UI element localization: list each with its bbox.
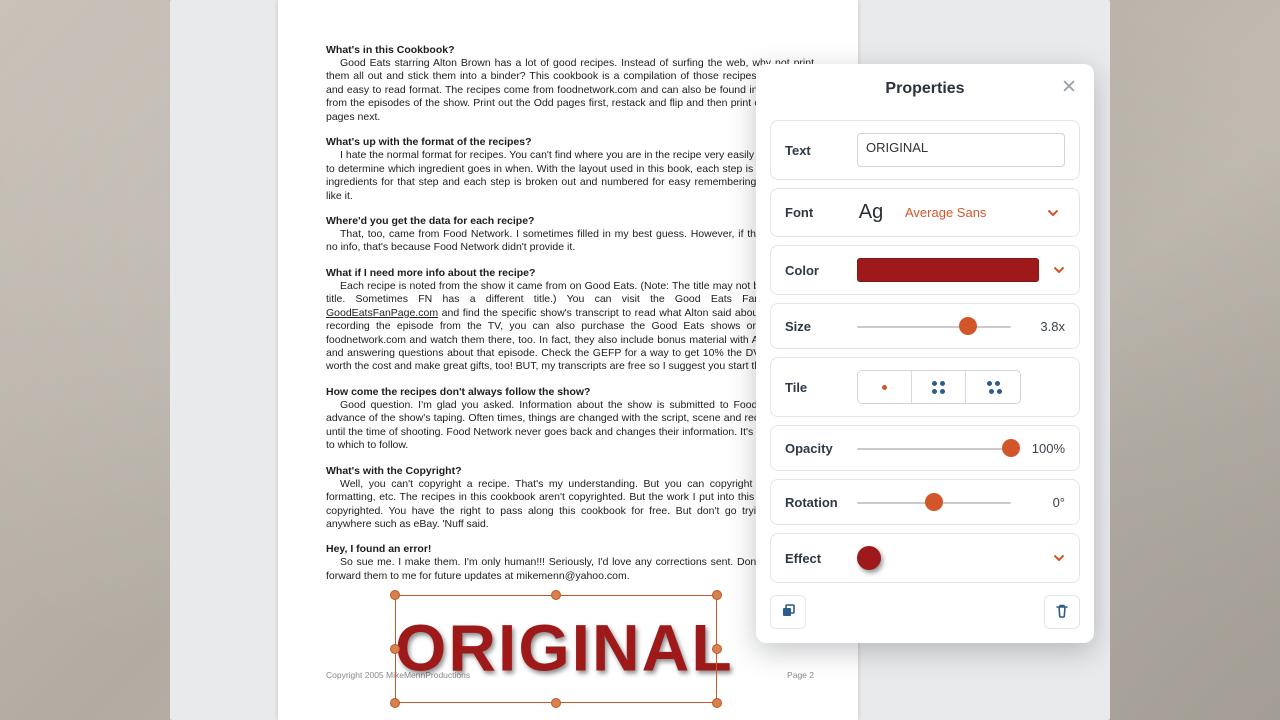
font-name: Average Sans — [905, 205, 986, 220]
tile-grid-icon — [930, 381, 948, 394]
section-heading: Hey, I found an error! — [326, 543, 814, 555]
label-opacity: Opacity — [785, 441, 843, 456]
section-body: So sue me. I make them. I'm only human!!… — [326, 556, 814, 583]
label-effect: Effect — [785, 551, 843, 566]
label-rotation: Rotation — [785, 495, 843, 510]
slider-track — [857, 448, 1011, 450]
section-body: Good Eats starring Alton Brown has a lot… — [326, 57, 814, 124]
section-body: Each recipe is noted from the show it ca… — [326, 280, 814, 374]
section-heading: Where'd you get the data for each recipe… — [326, 215, 814, 227]
resize-handle-ml[interactable] — [390, 644, 400, 654]
section-body-part: Each recipe is noted from the show it ca… — [326, 280, 814, 305]
label-text: Text — [785, 143, 843, 158]
panel-footer — [756, 591, 1094, 629]
watermark-bounding-box[interactable] — [395, 595, 717, 703]
section-heading: What if I need more info about the recip… — [326, 267, 814, 279]
app-stage: What's in this Cookbook? Good Eats starr… — [90, 0, 1190, 720]
resize-handle-br[interactable] — [712, 698, 722, 708]
close-button[interactable] — [1058, 76, 1080, 98]
section-body: I hate the normal format for recipes. Yo… — [326, 149, 814, 203]
inline-link[interactable]: GoodEatsFanPage.com — [326, 307, 438, 319]
section-body: Good question. I'm glad you asked. Infor… — [326, 399, 814, 453]
resize-handle-bl[interactable] — [390, 698, 400, 708]
font-sample-glyph: Ag — [857, 201, 885, 224]
label-size: Size — [785, 319, 843, 334]
row-font: Font Ag Average Sans — [770, 188, 1080, 237]
chevron-down-icon — [1047, 207, 1059, 219]
row-text: Text — [770, 120, 1080, 180]
slider-thumb[interactable] — [1002, 439, 1020, 457]
slider-thumb[interactable] — [959, 317, 977, 335]
row-effect: Effect — [770, 533, 1080, 583]
resize-handle-tl[interactable] — [390, 590, 400, 600]
section-heading: What's in this Cookbook? — [326, 44, 814, 56]
opacity-value: 100% — [1025, 441, 1065, 456]
section-heading: How come the recipes don't always follow… — [326, 386, 814, 398]
watermark-text-input[interactable] — [857, 133, 1065, 167]
trash-icon — [1054, 603, 1070, 622]
row-rotation: Rotation 0° — [770, 479, 1080, 525]
opacity-slider[interactable] — [857, 439, 1011, 457]
rotation-value: 0° — [1025, 495, 1065, 510]
font-select[interactable]: Average Sans — [899, 205, 1065, 220]
row-color: Color — [770, 245, 1080, 295]
properties-panel: Properties Text Font Ag Average Sans — [756, 64, 1094, 643]
tile-single-icon — [876, 385, 894, 390]
label-font: Font — [785, 205, 843, 220]
label-color: Color — [785, 263, 843, 278]
rotation-slider[interactable] — [857, 493, 1011, 511]
effect-preview[interactable] — [857, 546, 881, 570]
watermark-object[interactable]: ORIGINAL — [395, 595, 717, 703]
resize-handle-mr[interactable] — [712, 644, 722, 654]
chevron-down-icon[interactable] — [1053, 552, 1065, 564]
color-swatch[interactable] — [857, 258, 1039, 282]
size-value: 3.8x — [1025, 319, 1065, 334]
tile-option-stagger[interactable] — [966, 371, 1020, 403]
panel-header: Properties — [756, 76, 1094, 112]
resize-handle-bm[interactable] — [551, 698, 561, 708]
section-body: Well, you can't copyright a recipe. That… — [326, 478, 814, 532]
size-slider[interactable] — [857, 317, 1011, 335]
slider-thumb[interactable] — [925, 493, 943, 511]
tile-segment — [857, 370, 1021, 404]
footer-page-number: Page 2 — [787, 670, 814, 680]
duplicate-button[interactable] — [770, 595, 806, 629]
panel-title: Properties — [885, 80, 964, 98]
chevron-down-icon[interactable] — [1053, 264, 1065, 276]
close-icon — [1062, 77, 1076, 98]
resize-handle-tr[interactable] — [712, 590, 722, 600]
tile-option-grid[interactable] — [912, 371, 966, 403]
tile-option-single[interactable] — [858, 371, 912, 403]
section-body: That, too, came from Food Network. I som… — [326, 228, 814, 255]
tile-stagger-icon — [982, 381, 1004, 394]
section-heading: What's up with the format of the recipes… — [326, 136, 814, 148]
resize-handle-tm[interactable] — [551, 590, 561, 600]
section-heading: What's with the Copyright? — [326, 465, 814, 477]
delete-button[interactable] — [1044, 595, 1080, 629]
row-size: Size 3.8x — [770, 303, 1080, 349]
row-tile: Tile — [770, 357, 1080, 417]
workspace: What's in this Cookbook? Good Eats starr… — [170, 0, 1110, 720]
copy-icon — [780, 603, 796, 622]
label-tile: Tile — [785, 380, 843, 395]
row-opacity: Opacity 100% — [770, 425, 1080, 471]
slider-track — [857, 326, 1011, 328]
